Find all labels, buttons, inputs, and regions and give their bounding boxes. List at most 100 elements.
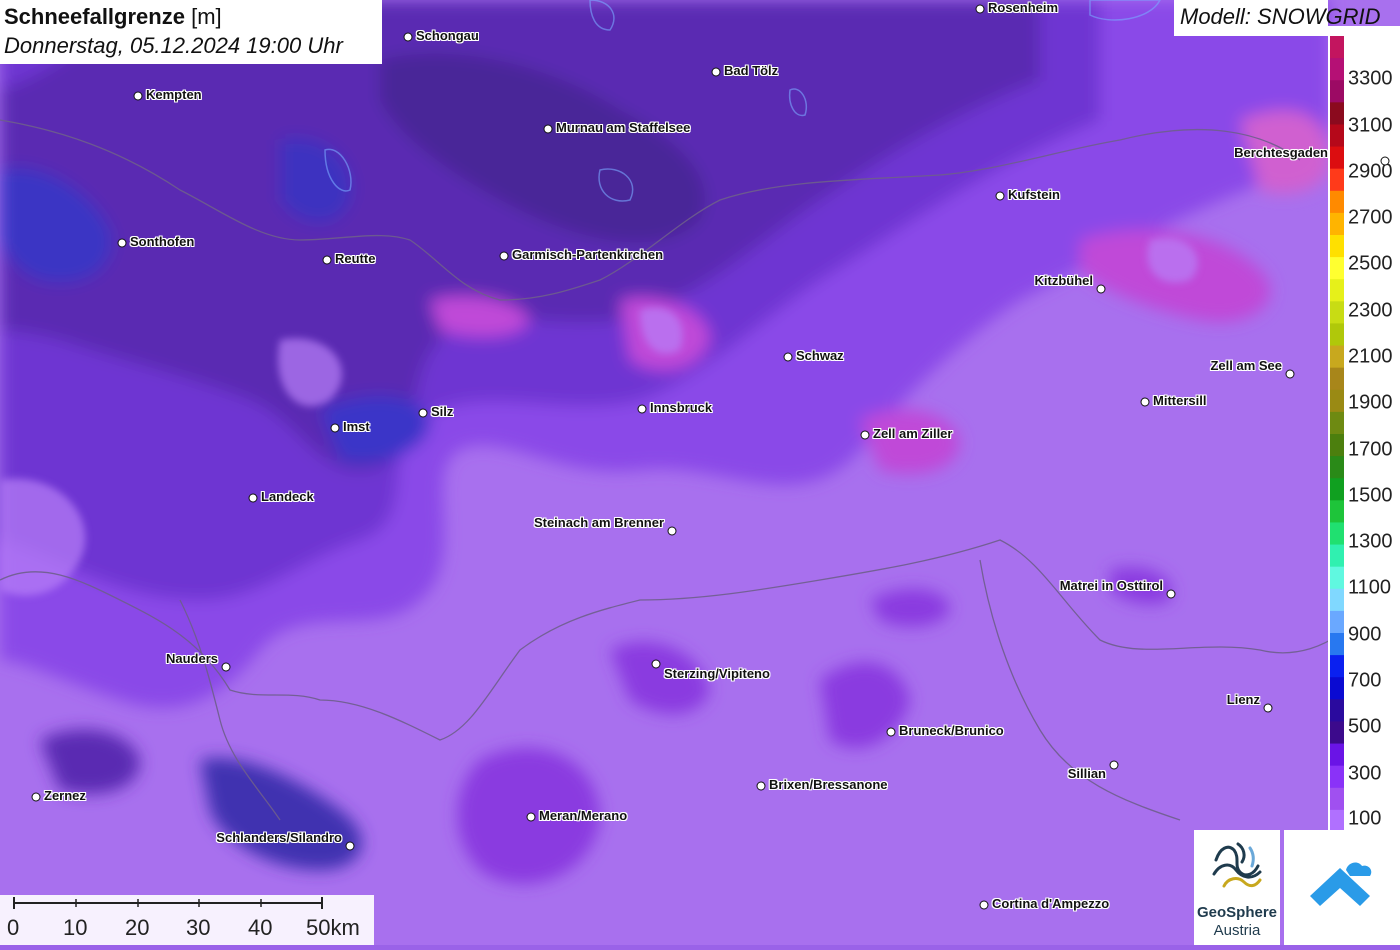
geosphere-subname: Austria — [1213, 922, 1261, 939]
city-label[interactable]: Brixen/Bressanone — [769, 777, 888, 792]
city-marker-icon[interactable] — [1166, 589, 1176, 599]
scale-label: 40 — [248, 915, 273, 940]
legend-swatch — [1330, 588, 1344, 612]
snowfall-limit-map[interactable] — [0, 0, 1400, 945]
city-marker-icon[interactable] — [886, 727, 896, 737]
legend-swatch — [1330, 235, 1344, 258]
city-label[interactable]: Steinach am Brenner — [534, 515, 664, 530]
city-marker-icon[interactable] — [711, 67, 721, 77]
city-marker-icon[interactable] — [499, 251, 509, 261]
city-marker-icon[interactable] — [526, 812, 536, 822]
legend-label: 1700 — [1348, 438, 1393, 461]
city-label[interactable]: Garmisch-Partenkirchen — [512, 247, 663, 262]
city-label[interactable]: Silz — [431, 404, 453, 419]
legend-swatch — [1330, 411, 1344, 435]
scale-label: 50km — [306, 915, 360, 940]
legend-swatch — [1330, 809, 1344, 832]
city-marker-icon[interactable] — [543, 124, 553, 134]
city-label[interactable]: Lienz — [1227, 692, 1260, 707]
legend-swatch — [1330, 566, 1344, 590]
legend-swatch — [1330, 80, 1344, 103]
legend-label: 300 — [1348, 762, 1382, 785]
city-label[interactable]: Meran/Merano — [539, 808, 627, 823]
city-label[interactable]: Zell am Ziller — [873, 426, 952, 441]
city-label[interactable]: Sonthofen — [130, 234, 194, 249]
city-marker-icon[interactable] — [1380, 156, 1390, 166]
city-marker-icon[interactable] — [667, 526, 677, 536]
datetime-label: Donnerstag, 05.12.2024 19:00 Uhr — [4, 33, 343, 58]
city-label[interactable]: Cortina d'Ampezzo — [992, 896, 1109, 911]
city-label[interactable]: Zell am See — [1210, 358, 1282, 373]
legend-label: 1500 — [1348, 484, 1393, 507]
city-marker-icon[interactable] — [117, 238, 127, 248]
legend-label: 2300 — [1348, 299, 1393, 322]
city-marker-icon[interactable] — [330, 423, 340, 433]
legend-swatch — [1330, 279, 1344, 302]
legend-swatch — [1330, 212, 1344, 236]
city-label[interactable]: Landeck — [261, 489, 314, 504]
city-marker-icon[interactable] — [637, 404, 647, 414]
legend-label: 700 — [1348, 669, 1382, 692]
city-label[interactable]: Innsbruck — [650, 400, 712, 415]
geosphere-name: GeoSphere — [1196, 904, 1278, 921]
city-label[interactable]: Sillian — [1068, 766, 1106, 781]
city-label[interactable]: Murnau am Staffelsee — [556, 120, 690, 135]
city-label[interactable]: Reutte — [335, 251, 375, 266]
city-marker-icon[interactable] — [31, 792, 41, 802]
city-marker-icon[interactable] — [1285, 369, 1295, 379]
legend-label: 1100 — [1348, 576, 1392, 599]
city-label[interactable]: Kitzbühel — [1035, 273, 1094, 288]
city-label[interactable]: Kufstein — [1008, 187, 1060, 202]
city-label[interactable]: Rosenheim — [988, 0, 1058, 15]
legend-swatch — [1330, 478, 1344, 501]
city-marker-icon[interactable] — [783, 352, 793, 362]
weather-app-logo[interactable] — [1284, 830, 1400, 945]
city-marker-icon[interactable] — [860, 430, 870, 440]
city-marker-icon[interactable] — [651, 659, 661, 669]
legend-label: 2500 — [1348, 252, 1393, 275]
city-marker-icon[interactable] — [1096, 284, 1106, 294]
city-marker-icon[interactable] — [1109, 760, 1119, 770]
legend-label: 3300 — [1348, 67, 1393, 90]
city-marker-icon[interactable] — [418, 408, 428, 418]
city-label[interactable]: Zernez — [44, 788, 86, 803]
scale-label: 30 — [186, 915, 211, 940]
legend-swatch — [1330, 787, 1344, 811]
city-label[interactable]: Schongau — [416, 28, 479, 43]
city-label[interactable]: Bad Tölz — [724, 63, 778, 78]
model-label: Modell: SNOWGRID — [1174, 0, 1380, 36]
city-label[interactable]: Mittersill — [1153, 393, 1206, 408]
geosphere-logo[interactable]: GeoSphere Austria — [1194, 830, 1280, 945]
city-label[interactable]: Sterzing/Vipiteno — [664, 666, 770, 681]
city-label[interactable]: Bruneck/Brunico — [899, 723, 1004, 738]
city-label[interactable]: Schlanders/Silandro — [216, 830, 342, 845]
city-label[interactable]: Berchtesgaden — [1234, 145, 1328, 160]
legend-swatch — [1330, 257, 1344, 280]
city-marker-icon[interactable] — [1263, 703, 1273, 713]
legend-swatch — [1330, 58, 1344, 81]
city-marker-icon[interactable] — [133, 91, 143, 101]
city-label[interactable]: Matrei in Osttirol — [1060, 578, 1163, 593]
legend-label: 500 — [1348, 715, 1382, 738]
city-marker-icon[interactable] — [975, 4, 985, 14]
city-marker-icon[interactable] — [322, 255, 332, 265]
city-marker-icon[interactable] — [1140, 397, 1150, 407]
legend-label: 1300 — [1348, 530, 1393, 553]
city-marker-icon[interactable] — [995, 191, 1005, 201]
legend-swatch — [1330, 146, 1344, 170]
city-marker-icon[interactable] — [221, 662, 231, 672]
legend-swatch — [1330, 323, 1344, 347]
title-line: Schneefallgrenze [m] — [4, 2, 378, 32]
city-marker-icon[interactable] — [756, 781, 766, 791]
city-label[interactable]: Schwaz — [796, 348, 844, 363]
city-label[interactable]: Kempten — [146, 87, 202, 102]
city-marker-icon[interactable] — [403, 32, 413, 42]
city-marker-icon[interactable] — [979, 900, 989, 910]
legend-swatch — [1330, 434, 1344, 457]
city-marker-icon[interactable] — [248, 493, 258, 503]
city-marker-icon[interactable] — [345, 841, 355, 851]
city-label[interactable]: Nauders — [166, 651, 218, 666]
legend-label: 2100 — [1348, 345, 1393, 368]
legend-swatch — [1330, 721, 1344, 745]
city-label[interactable]: Imst — [343, 419, 370, 434]
